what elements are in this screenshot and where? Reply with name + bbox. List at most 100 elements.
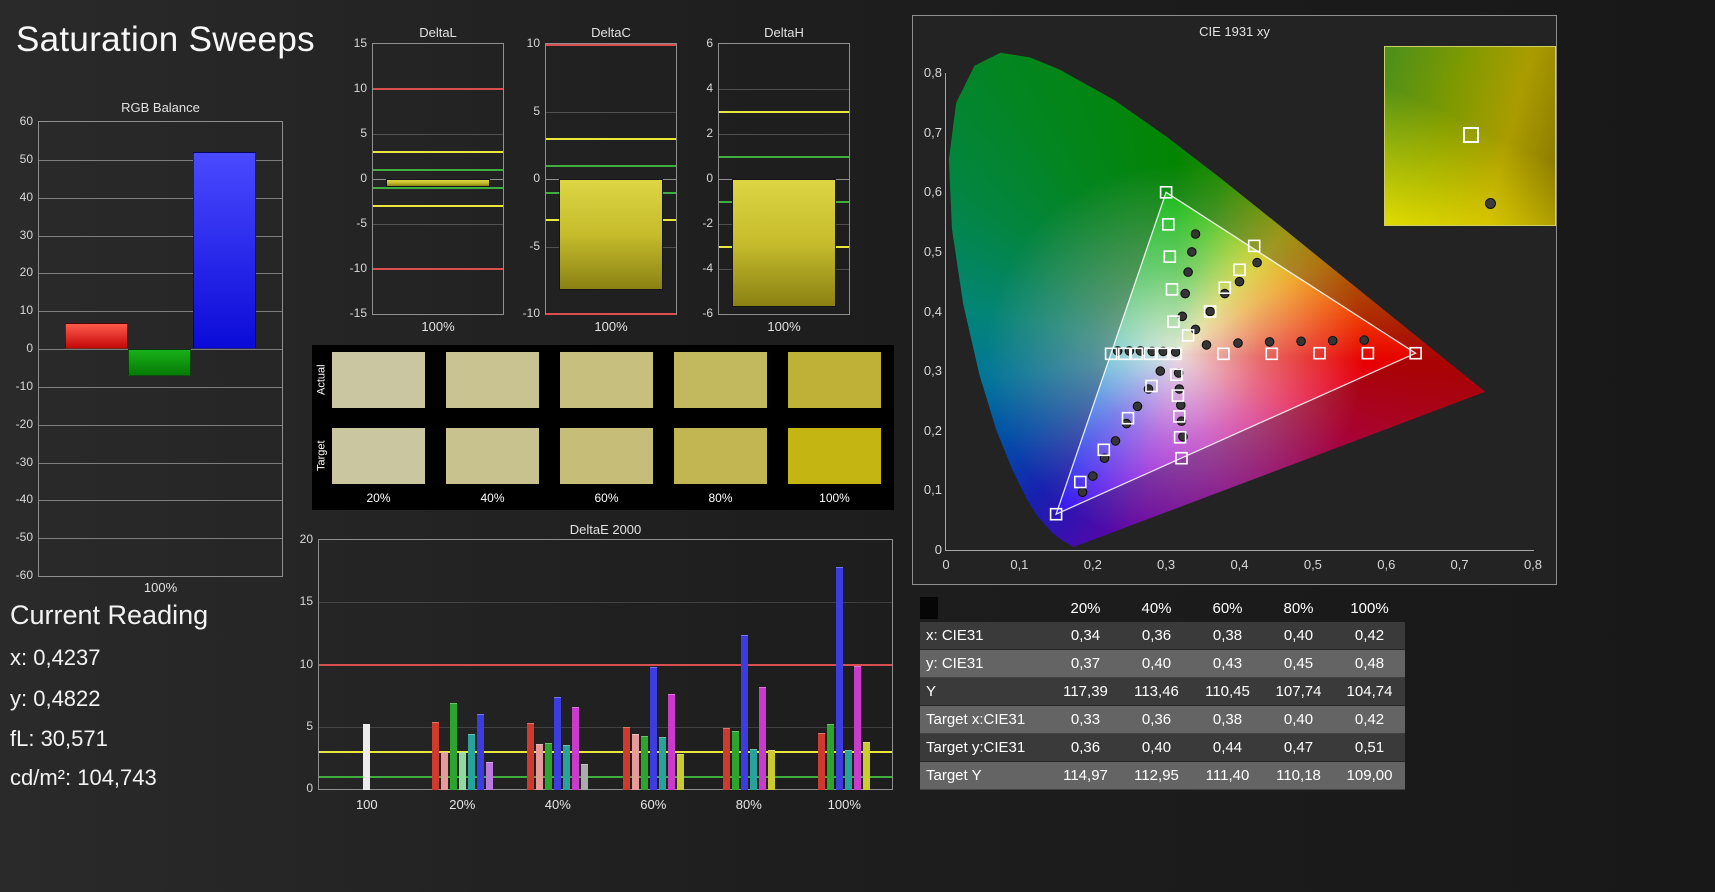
cie-x-tick-label: 0,7 bbox=[1450, 557, 1469, 572]
swatch-col-label: 80% bbox=[708, 491, 733, 505]
deltae-bar bbox=[631, 734, 639, 790]
table-cell: 107,74 bbox=[1275, 683, 1322, 700]
table-row-label: Y bbox=[926, 683, 937, 700]
deltah-x-label: 100% bbox=[767, 319, 801, 334]
table-cell: 0,44 bbox=[1212, 739, 1243, 756]
measured-point bbox=[1183, 267, 1193, 277]
target-point bbox=[1361, 346, 1375, 360]
deltae-bar bbox=[758, 686, 766, 790]
table-cell: 0,40 bbox=[1141, 739, 1172, 756]
table-cell: 0,40 bbox=[1283, 711, 1314, 728]
y-tick-label: -50 bbox=[15, 530, 33, 545]
deltae-bar bbox=[854, 665, 862, 790]
y-tick-label: 6 bbox=[706, 36, 713, 50]
target-point bbox=[1162, 218, 1175, 231]
x-tick-label: 20% bbox=[449, 797, 476, 812]
swatch-target-80% bbox=[674, 428, 767, 484]
bar-red bbox=[65, 322, 128, 349]
table-cell: 0,36 bbox=[1070, 739, 1101, 756]
cie-x-tick-label: 0,5 bbox=[1303, 557, 1322, 572]
y-tick-label: -30 bbox=[15, 454, 33, 469]
measured-point bbox=[1201, 340, 1212, 350]
rgb-balance-title: RGB Balance bbox=[121, 100, 200, 115]
ref-line bbox=[546, 313, 676, 315]
y-tick-label: 60 bbox=[19, 114, 33, 128]
deltae-bar bbox=[658, 736, 666, 790]
cie-y-tick-label: 0,4 bbox=[923, 303, 942, 319]
table-cell: 0,45 bbox=[1283, 655, 1314, 672]
y-tick-label: 2 bbox=[706, 126, 713, 140]
table-row: Y 117,39 113,46 110,45 107,74 104,74 bbox=[920, 678, 1405, 706]
x-tick-label: 100 bbox=[355, 797, 378, 812]
y-tick-label: 5 bbox=[360, 126, 367, 140]
measured-point bbox=[1088, 471, 1098, 481]
swatch-target-60% bbox=[560, 428, 653, 484]
deltae-bar bbox=[476, 714, 484, 790]
cie-title: CIE 1931 xy bbox=[1199, 24, 1270, 39]
deltae-bar bbox=[845, 750, 853, 790]
table-corner-block bbox=[920, 597, 938, 619]
cie-1931-panel: CIE 1931 xy 0 0,1 0,2 0,3 0,4 0,5 0,6 0,7 0,8 0 0,… bbox=[912, 15, 1557, 585]
cie-y-tick-label: 0,8 bbox=[923, 65, 942, 80]
swatch-row-label: Actual bbox=[315, 364, 328, 396]
deltah-title: DeltaH bbox=[764, 25, 804, 40]
deltal-chart: 15 10 5 0 -5 -10 -15 bbox=[350, 36, 504, 320]
gridline bbox=[373, 224, 503, 225]
measured-point bbox=[1132, 401, 1143, 412]
y-tick-label: -5 bbox=[529, 238, 540, 253]
cie-x-tick-label: 0,4 bbox=[1230, 557, 1249, 572]
ref-line bbox=[373, 88, 503, 90]
target-point bbox=[1165, 283, 1179, 296]
y-tick-label: 20 bbox=[19, 265, 33, 280]
deltae-bar bbox=[431, 721, 439, 790]
calibration-app-window: Saturation Sweeps RGB Balance 60 50 40 30 20… bbox=[0, 0, 1715, 892]
table-header-cell: 80% bbox=[1283, 599, 1314, 617]
bar-blue bbox=[193, 152, 256, 349]
deltac-chart: 10 5 0 -5 -10 bbox=[523, 36, 677, 320]
table-row: Target Y 114,97 112,95 111,40 110,18 109,00 bbox=[920, 762, 1405, 790]
ref-line bbox=[546, 164, 676, 167]
measured-point bbox=[1233, 338, 1243, 348]
cie-x-tick-label: 0,1 bbox=[1010, 557, 1029, 572]
deltae-bar bbox=[572, 706, 580, 790]
delta-bar bbox=[559, 179, 663, 290]
deltae-bar bbox=[527, 723, 535, 790]
y-tick-label: 15 bbox=[299, 594, 313, 609]
deltae-bar bbox=[563, 745, 571, 790]
reading-y: y: 0,4822 bbox=[10, 686, 101, 711]
measured-point bbox=[1205, 306, 1215, 317]
deltae-title: DeltaE 2000 bbox=[569, 522, 642, 537]
measured-point bbox=[1176, 400, 1186, 410]
y-tick-label: 5 bbox=[306, 718, 313, 733]
ref-line bbox=[373, 169, 503, 171]
y-tick-label: -5 bbox=[356, 216, 367, 230]
y-tick-label: 30 bbox=[19, 227, 33, 242]
gridline bbox=[719, 134, 849, 135]
swatch-actual-60% bbox=[560, 352, 653, 408]
table-cell: 0,37 bbox=[1070, 655, 1101, 672]
y-tick-label: 0 bbox=[306, 781, 313, 795]
table-row-label: Target Y bbox=[926, 767, 982, 784]
deltae-bar bbox=[545, 742, 553, 790]
deltae-bar bbox=[485, 761, 493, 790]
table-row: Target x:CIE31 0,33 0,36 0,38 0,40 0,42 bbox=[920, 706, 1405, 734]
y-tick-label: 20 bbox=[299, 532, 313, 546]
deltac-x-label: 100% bbox=[594, 319, 628, 334]
target-point bbox=[1217, 347, 1230, 361]
ref-line bbox=[319, 663, 892, 666]
deltae-bar bbox=[622, 726, 630, 791]
table-cell: 0,38 bbox=[1212, 627, 1243, 644]
cie-x-tick-label: 0,6 bbox=[1377, 557, 1396, 572]
table-cell: 0,40 bbox=[1283, 627, 1314, 644]
y-tick-label: -60 bbox=[15, 568, 33, 582]
y-tick-label: -10 bbox=[522, 306, 540, 320]
deltae-bar bbox=[749, 749, 757, 790]
y-tick-label: -20 bbox=[15, 416, 33, 431]
table-row: y: CIE31 0,37 0,40 0,43 0,45 0,48 bbox=[920, 650, 1405, 678]
page-title: Saturation Sweeps bbox=[16, 20, 315, 59]
swatch-col-label: 60% bbox=[594, 491, 619, 505]
reading-x: x: 0,4237 bbox=[10, 645, 101, 670]
table-header-cell: 100% bbox=[1350, 599, 1389, 617]
y-tick-label: 0 bbox=[26, 341, 33, 355]
y-tick-label: -40 bbox=[15, 492, 33, 507]
